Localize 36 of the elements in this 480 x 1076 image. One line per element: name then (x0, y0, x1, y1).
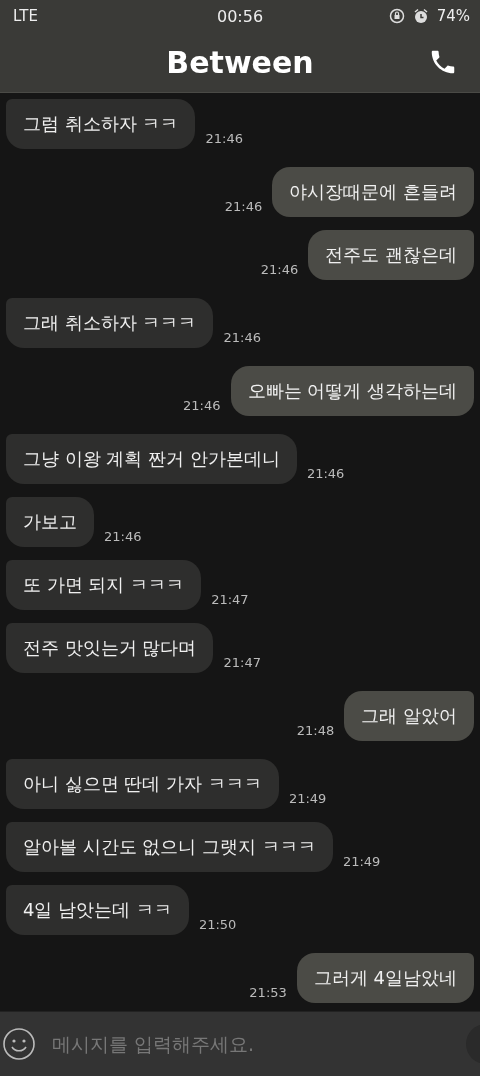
message-time: 21:47 (211, 592, 249, 609)
message-composer[interactable]: 메시지를 입력해주세요. (0, 1011, 480, 1076)
message-time: 21:50 (198, 917, 237, 934)
emoji-icon[interactable] (2, 1027, 36, 1061)
message-bubble: 전주 맛잇는거 많다며 (6, 623, 214, 673)
message-bubble: 그래 알았어 (344, 691, 474, 741)
message-bubble: 야시장때문에 흔들려 (272, 167, 474, 217)
message-time: 21:46 (224, 199, 263, 216)
message-bubble: 그러게 4일남았네 (296, 953, 474, 1003)
rotation-lock-icon (388, 8, 405, 24)
message-bubble: 오빠는 어떻게 생각하는데 (230, 366, 474, 416)
status-time: 00:56 (216, 6, 264, 26)
message-time: 21:49 (342, 854, 381, 871)
message-bubble: 전주도 괜찮은데 (308, 230, 474, 280)
message-bubble: 그래 취소하자 ㅋㅋㅋ (6, 298, 214, 348)
battery-percent: 74% (436, 7, 470, 25)
message-bubble: 알아볼 시간도 없으니 그랫지 ㅋㅋㅋ (6, 822, 333, 872)
app-title: Between (166, 44, 314, 80)
message-time: 21:46 (260, 262, 299, 279)
message-time: 21:46 (205, 131, 243, 148)
message-time: 21:53 (249, 985, 287, 1002)
message-time: 21:46 (223, 330, 261, 347)
network-label: LTE (13, 7, 38, 25)
message-bubble: 가보고 (6, 497, 94, 547)
message-bubble: 그럼 취소하자 ㅋㅋ (6, 99, 196, 149)
message-bubble: 또 가면 되지 ㅋㅋㅋ (6, 560, 202, 610)
message-bubble: 그냥 이왕 계획 짠거 안가본데니 (6, 434, 297, 484)
message-bubble: 4일 남앗는데 ㅋㅋ (6, 885, 189, 935)
message-time: 21:46 (306, 466, 345, 483)
message-time: 21:46 (104, 529, 142, 546)
message-time: 21:48 (296, 723, 335, 740)
message-time: 21:46 (183, 398, 221, 415)
alarm-icon (412, 8, 429, 24)
message-time: 21:47 (223, 655, 261, 672)
message-bubble: 아니 싫으면 딴데 가자 ㅋㅋㅋ (6, 759, 279, 809)
message-time: 21:49 (288, 791, 327, 808)
